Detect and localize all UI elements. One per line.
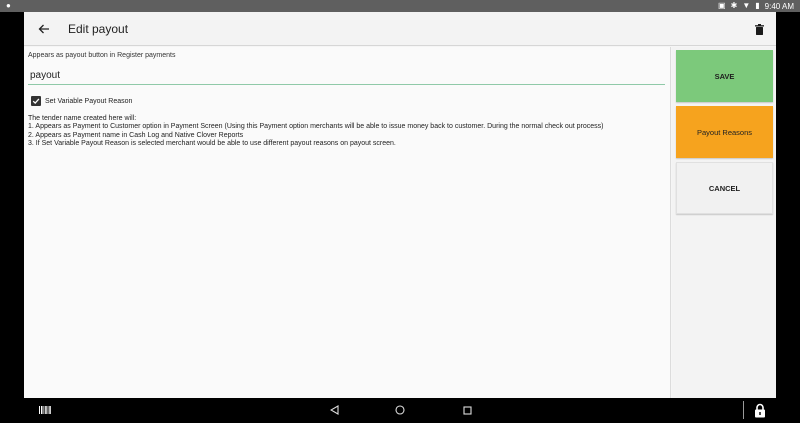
status-bar: ● ▣ ✱ ▼ ▮ 9:40 AM: [0, 0, 800, 12]
navigation-bar: [0, 398, 800, 423]
trash-icon: [754, 23, 764, 35]
back-button[interactable]: [26, 12, 62, 46]
info-line-1: 1. Appears as Payment to Customer option…: [28, 123, 604, 131]
lock-button[interactable]: [752, 402, 768, 418]
check-icon: [32, 98, 40, 105]
page-title: Edit payout: [68, 21, 129, 36]
delete-button[interactable]: [750, 20, 768, 38]
triangle-back-icon: [329, 405, 339, 415]
info-intro: The tender name created here will:: [28, 115, 137, 122]
battery-icon: ▮: [755, 1, 760, 10]
wifi-icon: ▼: [742, 1, 751, 10]
form-panel: Appears as payout button in Register pay…: [24, 47, 671, 398]
nav-recents-button[interactable]: [460, 403, 474, 417]
cast-icon: ▣: [718, 1, 726, 10]
payout-name-input[interactable]: [28, 66, 665, 85]
circle-home-icon: [395, 405, 405, 415]
barcode-button[interactable]: [38, 403, 52, 417]
status-icons: ▣ ✱ ▼ ▮ 9:40 AM: [718, 0, 794, 12]
save-button[interactable]: SAVE: [676, 50, 773, 102]
lock-icon: [755, 403, 765, 417]
nav-back-button[interactable]: [327, 403, 341, 417]
barcode-icon: [39, 406, 51, 414]
variable-reason-checkbox[interactable]: [31, 96, 41, 106]
tender-info-text: The tender name created here will: 1. Ap…: [28, 115, 603, 149]
info-line-2: 2. Appears as Payment name in Cash Log a…: [28, 131, 244, 139]
payout-reasons-button[interactable]: Payout Reasons: [676, 106, 773, 158]
action-panel: SAVE Payout Reasons CANCEL: [672, 47, 776, 398]
name-field-hint: Appears as payout button in Register pay…: [28, 52, 176, 59]
variable-reason-label: Set Variable Payout Reason: [45, 97, 133, 105]
bluetooth-icon: ✱: [730, 1, 738, 10]
nav-home-button[interactable]: [393, 403, 407, 417]
nav-separator: [743, 401, 744, 419]
app-window: Edit payout Appears as payout button in …: [24, 12, 776, 398]
name-field-container: [28, 65, 665, 85]
arrow-left-icon: [38, 24, 49, 33]
status-time: 9:40 AM: [764, 1, 794, 11]
cancel-button[interactable]: CANCEL: [676, 162, 773, 214]
info-line-3: 3. If Set Variable Payout Reason is sele…: [28, 140, 396, 148]
toolbar: Edit payout: [24, 12, 776, 46]
android-icon: ●: [6, 1, 11, 10]
square-recents-icon: [462, 405, 472, 415]
variable-reason-checkbox-row[interactable]: Set Variable Payout Reason: [31, 96, 132, 106]
